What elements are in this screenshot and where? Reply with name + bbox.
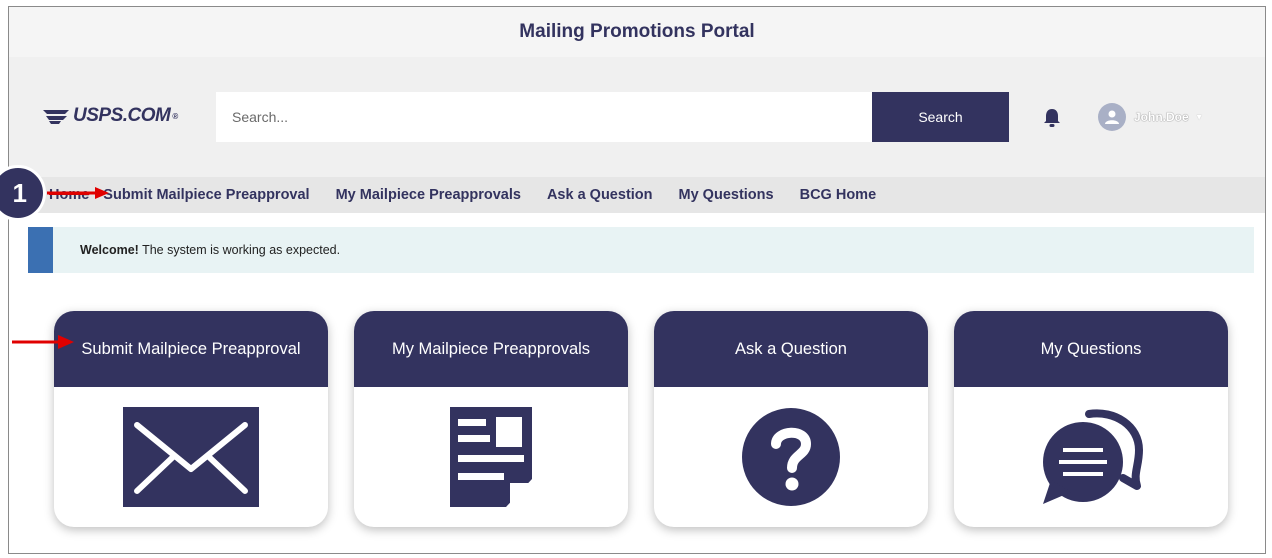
site-header: USPS.COM® Search John.Doe ▾ (9, 57, 1265, 177)
bell-icon[interactable] (1041, 107, 1063, 129)
eagle-logo-icon (43, 110, 69, 124)
chat-bubbles-icon (1043, 409, 1143, 504)
search-button[interactable]: Search (872, 92, 1009, 142)
alert-body: The system is working as expected. (138, 243, 341, 257)
user-menu[interactable]: John.Doe ▾ (1098, 103, 1202, 131)
alert-message: Welcome! The system is working as expect… (80, 243, 340, 257)
user-icon (1105, 110, 1119, 124)
document-icon (450, 407, 532, 507)
nav-item-bcg-home[interactable]: BCG Home (800, 187, 877, 203)
nav-item-submit-preapproval[interactable]: Submit Mailpiece Preapproval (103, 187, 309, 203)
logo-trademark: ® (172, 111, 178, 121)
title-bar: Mailing Promotions Portal (9, 7, 1265, 57)
card-ask-question[interactable]: Ask a Question (654, 311, 928, 527)
username: John.Doe (1134, 110, 1189, 124)
envelope-icon (123, 407, 259, 507)
welcome-alert: Welcome! The system is working as expect… (28, 227, 1254, 273)
card-title: My Questions (954, 311, 1228, 387)
page-title: Mailing Promotions Portal (519, 21, 755, 42)
main-nav: Home Submit Mailpiece Preapproval My Mai… (9, 177, 1265, 213)
portal-window: Mailing Promotions Portal USPS.COM ® Sear… (8, 6, 1266, 554)
card-submit-preapproval[interactable]: Submit Mailpiece Preapproval (54, 311, 328, 527)
alert-strong: Welcome! (80, 243, 139, 257)
card-title: Ask a Question (654, 311, 928, 387)
nav-item-my-preapprovals[interactable]: My Mailpiece Preapprovals (336, 187, 521, 203)
question-icon (742, 408, 840, 506)
logo-text: USPS.COM (73, 105, 171, 126)
card-title: My Mailpiece Preapprovals (354, 311, 628, 387)
nav-item-my-questions[interactable]: My Questions (679, 187, 774, 203)
card-my-preapprovals[interactable]: My Mailpiece Preapprovals (354, 311, 628, 527)
card-my-questions[interactable]: My Questions (954, 311, 1228, 527)
card-title: Submit Mailpiece Preapproval (54, 311, 328, 387)
annotation-arrow-icon (47, 187, 109, 199)
usps-logo[interactable]: USPS.COM ® (43, 105, 178, 127)
search-input[interactable] (216, 92, 872, 142)
avatar (1098, 103, 1126, 131)
nav-item-ask-question[interactable]: Ask a Question (547, 187, 653, 203)
annotation-arrow-icon (12, 335, 74, 349)
chevron-down-icon: ▾ (1196, 111, 1202, 123)
